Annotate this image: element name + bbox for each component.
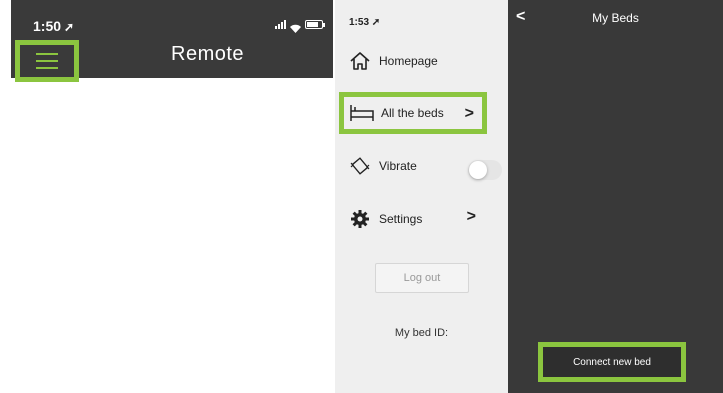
menu-item-label: Vibrate <box>379 159 417 173</box>
location-arrow-icon: ➚ <box>64 20 75 34</box>
menu-item-homepage[interactable]: Homepage <box>349 50 438 72</box>
hamburger-menu-icon <box>36 53 58 69</box>
vibrate-toggle[interactable] <box>468 160 502 180</box>
status-time: 1:50 ➚ <box>33 18 75 34</box>
remote-screen: 1:50 ➚ Remote <box>11 0 333 393</box>
status-time: 1:53 ➚ <box>349 17 381 28</box>
menu-item-label: All the beds <box>381 106 444 120</box>
battery-icon <box>305 20 325 29</box>
signal-icon <box>275 20 286 29</box>
connect-new-bed-button[interactable]: Connect new bed <box>538 342 686 382</box>
menu-item-label: Settings <box>379 212 423 226</box>
page-title: My Beds <box>592 11 639 25</box>
chevron-right-icon: > <box>464 105 474 122</box>
logout-button[interactable]: Log out <box>375 263 469 293</box>
vibrate-icon <box>349 155 371 177</box>
status-icons <box>275 20 325 33</box>
my-beds-screen: < My Beds Connect new bed <box>508 0 723 393</box>
bed-id-label: My bed ID: <box>394 327 449 339</box>
menu-item-vibrate: Vibrate <box>349 155 417 177</box>
toggle-knob <box>469 161 487 179</box>
side-menu-screen: 1:53 ➚ Homepage All the beds > Vibrate S… <box>335 0 508 393</box>
chevron-right-icon: > <box>466 208 476 225</box>
menu-item-all-beds[interactable]: All the beds > <box>339 92 487 134</box>
wifi-icon <box>290 20 301 33</box>
page-title: Remote <box>171 43 245 65</box>
bed-icon <box>349 103 375 123</box>
home-icon <box>349 50 371 72</box>
gear-icon <box>349 208 371 230</box>
menu-button[interactable] <box>15 40 79 82</box>
menu-item-settings[interactable]: Settings <box>349 208 422 230</box>
remote-header: 1:50 ➚ Remote <box>11 0 333 82</box>
menu-item-label: Homepage <box>379 54 438 68</box>
